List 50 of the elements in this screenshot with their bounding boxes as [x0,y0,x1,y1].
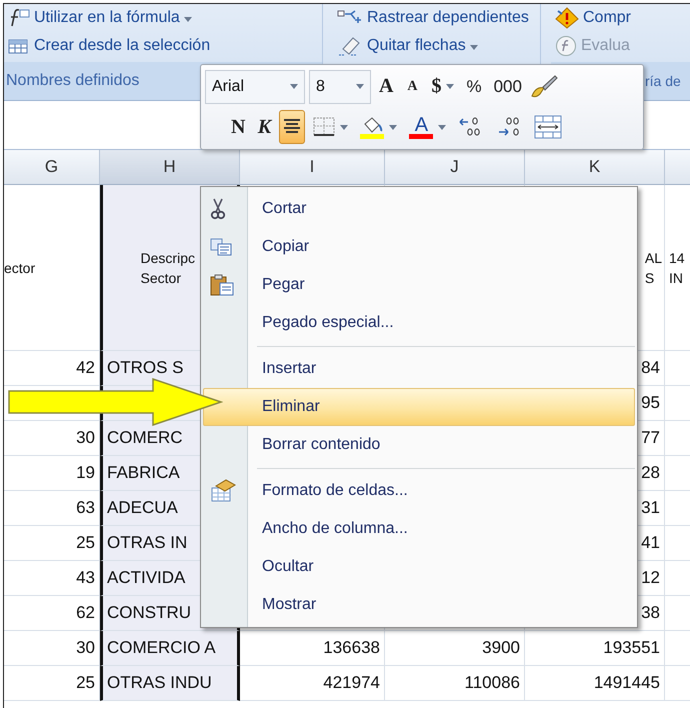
brush-icon[interactable] [530,74,558,100]
caret-icon [356,84,364,90]
ribbon-command[interactable]: Utilizar en la fórmula [34,9,192,27]
merge-cells-icon [534,115,562,140]
warning-icon [555,7,579,29]
column-header[interactable]: G [4,150,100,185]
table-cell: 136638 [240,631,385,666]
table-cell: 110086 [385,666,525,701]
table-cell: COMERCIO A [100,631,240,666]
copy-icon [210,238,232,256]
ribbon-command[interactable]: Rastrear dependientes [367,9,529,27]
ribbon-command[interactable]: Compr [583,9,632,27]
column-header[interactable]: H [100,150,240,185]
table-cell: 14 IN [665,185,690,351]
caret-icon [389,124,398,130]
ribbon-command[interactable]: Quitar flechas [367,37,478,55]
table-cell: 421974 [240,666,385,701]
percent-button[interactable]: % [462,70,486,104]
font-field[interactable]: Arial [205,70,305,104]
bold-button[interactable]: N [227,110,250,144]
menu-item[interactable]: Eliminar [203,388,635,426]
caret-icon [470,45,478,50]
caret-icon [438,124,446,130]
table-cell: 193551 [525,631,665,666]
thousands-button[interactable]: 000 [490,70,526,104]
column-header[interactable]: J [385,150,525,185]
borders-icon [313,117,336,138]
scissors-icon [210,198,226,220]
table-cell: 1491445 [525,666,665,701]
caret-icon [340,124,348,130]
caret-icon [446,84,454,90]
function-icon [8,8,30,28]
caret-icon [184,17,192,22]
column-header[interactable]: I [240,150,385,185]
clipboard-icon [210,274,234,296]
table-icon [8,37,30,55]
caret-icon [290,84,298,90]
italic-button[interactable]: K [253,110,276,144]
format-cells-icon [210,479,236,503]
font-size-field[interactable]: 8 [309,70,371,104]
function-icon [555,35,577,57]
table-cell: 3900 [385,631,525,666]
currency-button[interactable]: $ [427,70,458,104]
grow-font-button[interactable]: A [375,70,398,104]
table-cell: OTRAS INDU [100,666,240,701]
ribbon-command[interactable]: Crear desde la selección [34,37,210,55]
font-color-button[interactable]: A [405,110,450,144]
column-header[interactable]: K [525,150,665,185]
align-center-button[interactable] [279,110,306,144]
shrink-font-button[interactable]: A [401,70,424,104]
